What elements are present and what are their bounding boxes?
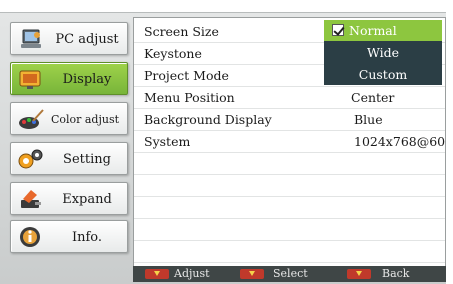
empty-row xyxy=(134,153,445,175)
back-hint: Back xyxy=(382,267,410,280)
display-icon xyxy=(17,67,45,92)
color-adjust-icon xyxy=(17,107,45,132)
select-key-icon xyxy=(240,269,264,279)
checkmark-icon xyxy=(332,24,344,36)
sidebar-item-label: Color adjust xyxy=(50,113,120,126)
sidebar-item-expand[interactable]: Expand xyxy=(10,182,128,215)
row-value: Center xyxy=(351,90,395,105)
setting-icon xyxy=(17,147,45,172)
screen-size-dropdown[interactable]: Normal Wide Custom xyxy=(324,20,442,85)
sidebar-item-label: Display xyxy=(62,72,112,87)
info-icon xyxy=(17,225,45,250)
row-system[interactable]: System 1024x768@60 xyxy=(134,131,445,153)
row-label: Keystone xyxy=(144,46,202,61)
expand-icon xyxy=(17,187,45,212)
row-label: Background Display xyxy=(144,112,272,127)
adjust-key-icon xyxy=(145,269,169,279)
sidebar-item-display[interactable]: Display xyxy=(10,62,128,95)
sidebar-item-setting[interactable]: Setting xyxy=(10,142,128,175)
row-label: Screen Size xyxy=(144,24,219,39)
option-label: Wide xyxy=(366,45,400,60)
row-menu-position[interactable]: Menu Position Center xyxy=(134,87,445,109)
row-label: Project Mode xyxy=(144,68,229,83)
row-label: System xyxy=(144,134,191,149)
row-value: 1024x768@60 xyxy=(354,134,446,149)
sidebar-item-label: Expand xyxy=(62,192,112,207)
dropdown-option-normal[interactable]: Normal xyxy=(324,20,442,41)
option-label: Custom xyxy=(358,67,408,82)
option-label: Normal xyxy=(349,23,397,38)
back-key-icon xyxy=(347,269,371,279)
row-value: Blue xyxy=(354,112,383,127)
select-hint: Select xyxy=(273,267,308,280)
projector-menu: PC adjust Display Color adjust Setting E… xyxy=(0,0,453,284)
dropdown-option-custom[interactable]: Custom xyxy=(324,64,442,85)
row-background-display[interactable]: Background Display Blue xyxy=(134,109,445,131)
empty-row xyxy=(134,241,445,263)
sidebar-item-pc-adjust[interactable]: PC adjust xyxy=(10,22,128,55)
sidebar-item-label: PC adjust xyxy=(55,32,119,47)
row-label: Menu Position xyxy=(144,90,235,105)
sidebar-item-label: Setting xyxy=(63,152,111,167)
sidebar-item-label: Info. xyxy=(71,230,103,245)
sidebar-item-color-adjust[interactable]: Color adjust xyxy=(10,102,128,135)
sidebar-item-info[interactable]: Info. xyxy=(10,220,128,253)
empty-row xyxy=(134,197,445,219)
pc-adjust-icon xyxy=(17,27,45,52)
adjust-hint: Adjust xyxy=(174,267,210,280)
dropdown-option-wide[interactable]: Wide xyxy=(324,42,442,63)
empty-row xyxy=(134,175,445,197)
empty-row xyxy=(134,219,445,241)
settings-panel: Screen Size Keystone Project Mode Menu P… xyxy=(133,17,446,267)
footer-hint-bar: Adjust Select Back xyxy=(133,266,446,282)
